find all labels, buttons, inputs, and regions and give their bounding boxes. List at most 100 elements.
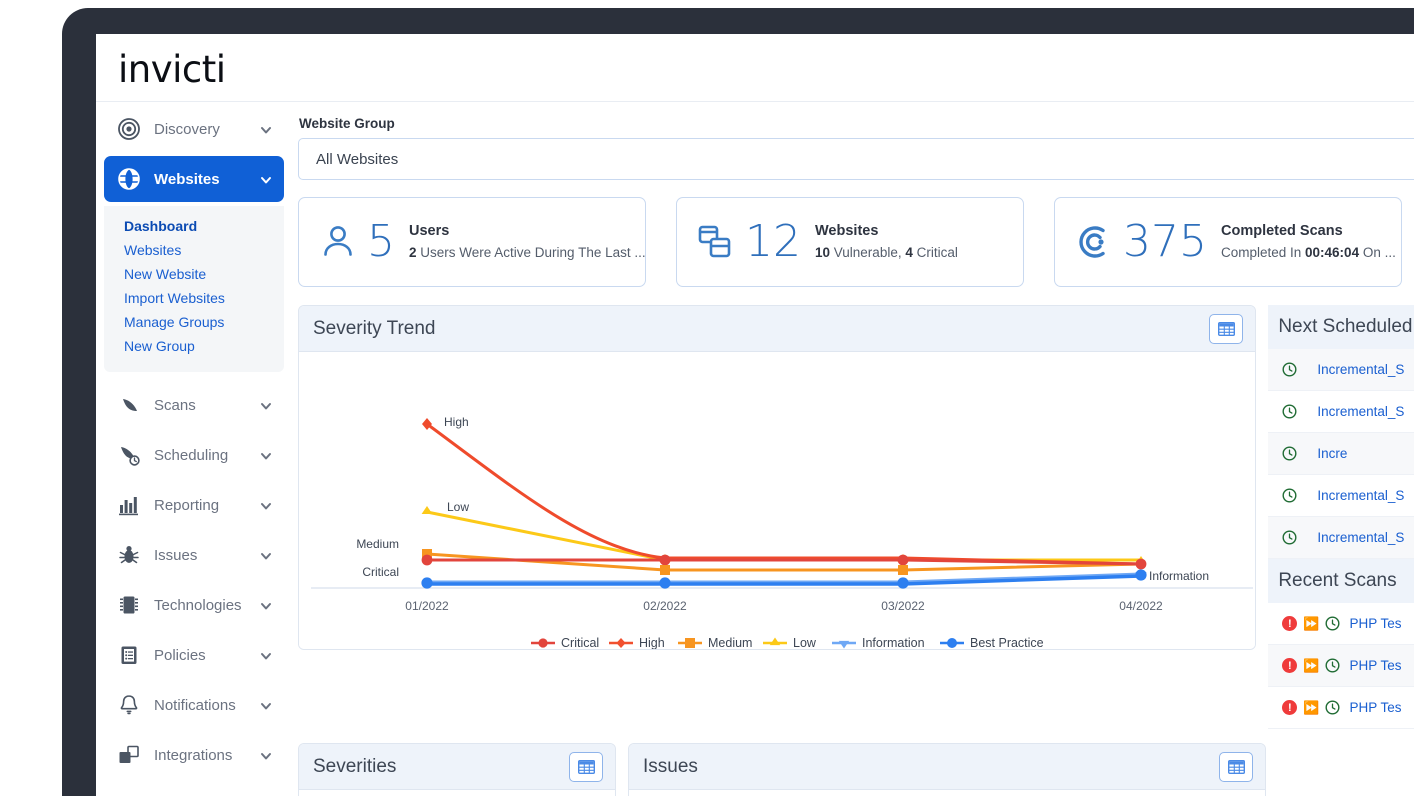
sidebar-item-scans[interactable]: Scans: [104, 382, 284, 428]
legend-item-best-practice: Best Practice: [940, 636, 1044, 649]
clock-icon: [1282, 404, 1297, 419]
sidebar-item-issues[interactable]: Issues: [104, 532, 284, 578]
subnav-item-new-group[interactable]: New Group: [104, 334, 284, 358]
website-group-select[interactable]: All Websites: [298, 138, 1414, 180]
dashboard-bottom-row: Severities Information 2 Critical 7: [298, 743, 1414, 796]
scheduled-scan-row[interactable]: Incre: [1268, 433, 1414, 475]
issues-chart: [629, 790, 1265, 796]
severities-pie-svg: Information 2 Critical 7: [299, 790, 615, 796]
svg-text:Low: Low: [793, 636, 817, 650]
sidebar: Discovery Websites Dashboard Websites Ne…: [96, 102, 292, 796]
x-tick-3: 04/2022: [1119, 599, 1163, 613]
severities-table-toggle[interactable]: [569, 751, 603, 782]
right-rail: Next Scheduled Incremental_S Incremental…: [1268, 305, 1414, 729]
clock-icon: [1324, 700, 1340, 715]
stat-value: 5: [367, 216, 395, 267]
scheduled-scan-label[interactable]: Incre: [1317, 446, 1347, 461]
sidebar-subnav-websites: Dashboard Websites New Website Import We…: [104, 206, 284, 372]
stat-value: 12: [745, 216, 801, 267]
recent-scan-label[interactable]: PHP Tes: [1350, 700, 1402, 715]
recent-scan-row[interactable]: ! ⏩ PHP Tes: [1268, 687, 1414, 729]
panel-header: Severity Trend: [299, 306, 1256, 352]
severity-trend-table-toggle[interactable]: [1209, 313, 1244, 344]
x-tick-2: 03/2022: [881, 599, 925, 613]
clock-icon: [1282, 362, 1297, 377]
scheduled-scan-label[interactable]: Incremental_S: [1317, 530, 1404, 545]
sidebar-item-label: Discovery: [154, 120, 220, 138]
sidebar-item-technologies[interactable]: Technologies: [104, 582, 284, 628]
chevron-down-icon: [260, 649, 272, 661]
panel-header: Severities: [299, 744, 615, 790]
scheduled-scan-row[interactable]: Incremental_S: [1268, 391, 1414, 433]
sidebar-item-scheduling[interactable]: Scheduling: [104, 432, 284, 478]
series-label-information: Information: [1149, 569, 1209, 583]
target-icon: [116, 116, 142, 142]
sidebar-item-policies[interactable]: Policies: [104, 632, 284, 678]
recent-scan-label[interactable]: PHP Tes: [1350, 616, 1402, 631]
fast-forward-icon: ⏩: [1303, 699, 1320, 715]
shark-fin-icon: [116, 392, 142, 418]
issues-table-toggle[interactable]: [1219, 751, 1253, 782]
legend-item-critical: Critical: [531, 636, 599, 649]
shark-fin-clock-icon: [116, 442, 142, 468]
chevron-down-icon: [260, 449, 272, 461]
stat-card-users[interactable]: 5 Users 2 Users Were Active During The L…: [298, 197, 646, 287]
scheduled-scan-row[interactable]: Incremental_S: [1268, 349, 1414, 391]
x-tick-1: 02/2022: [643, 599, 687, 613]
sidebar-item-label: Websites: [154, 170, 220, 188]
clock-icon: [1282, 488, 1297, 503]
chevron-down-icon: [260, 399, 272, 411]
sidebar-item-reporting[interactable]: Reporting: [104, 482, 284, 528]
sidebar-item-label: Integrations: [154, 746, 233, 764]
critical-alert-icon: !: [1282, 700, 1298, 715]
subnav-item-new-website[interactable]: New Website: [104, 262, 284, 286]
scheduled-scan-label[interactable]: Incremental_S: [1317, 488, 1404, 503]
series-label-medium: Medium: [356, 537, 399, 551]
app-window: invicti Discovery Websites Dashboard Web…: [96, 34, 1414, 796]
sidebar-item-integrations[interactable]: Integrations: [104, 732, 284, 778]
sidebar-item-discovery[interactable]: Discovery: [104, 106, 284, 152]
stat-title: Users: [409, 223, 450, 239]
subnav-item-manage-groups[interactable]: Manage Groups: [104, 310, 284, 334]
stat-card-completed-scans[interactable]: 375 Completed Scans Completed In 00:46:0…: [1054, 197, 1402, 287]
subnav-item-websites[interactable]: Websites: [104, 238, 284, 262]
scheduled-scan-label[interactable]: Incremental_S: [1317, 362, 1404, 377]
fast-forward-icon: ⏩: [1303, 657, 1320, 673]
x-tick-0: 01/2022: [405, 599, 449, 613]
website-group-value: All Websites: [316, 150, 399, 168]
chevron-down-icon: [260, 699, 272, 711]
scheduled-scan-row[interactable]: Incremental_S: [1268, 517, 1414, 559]
bell-icon: [116, 692, 142, 718]
stat-card-websites[interactable]: 12 Websites 10 Vulnerable, 4 Critical: [676, 197, 1024, 287]
recent-scans-title: Recent Scans: [1268, 559, 1414, 603]
table-grid-icon: [1217, 321, 1235, 336]
recent-scan-row[interactable]: ! ⏩ PHP Tes: [1268, 645, 1414, 687]
clipboard-icon: [116, 642, 142, 668]
chart-legend: Critical High Medium Low Information Bes…: [531, 636, 1044, 650]
scheduled-scan-label[interactable]: Incremental_S: [1317, 404, 1404, 419]
sidebar-item-websites[interactable]: Websites: [104, 156, 284, 202]
sidebar-item-label: Scans: [154, 396, 196, 414]
svg-text:Medium: Medium: [708, 636, 752, 650]
issues-panel: Issues: [628, 743, 1266, 796]
brand-bar: invicti: [96, 34, 1414, 102]
table-grid-icon: [1227, 759, 1245, 774]
stat-subtitle: 10 Vulnerable, 4 Critical: [815, 245, 958, 260]
recent-scan-row[interactable]: ! ⏩ PHP Tes: [1268, 603, 1414, 645]
sidebar-item-notifications[interactable]: Notifications: [104, 682, 284, 728]
stat-subtitle: 2 Users Were Active During The Last ...: [409, 245, 646, 260]
subnav-item-import-websites[interactable]: Import Websites: [104, 286, 284, 310]
subnav-item-dashboard[interactable]: Dashboard: [104, 214, 284, 238]
panel-header: Issues: [629, 744, 1265, 790]
website-group-label: Website Group: [299, 116, 395, 131]
legend-item-high: High: [609, 636, 665, 649]
next-scheduled-title: Next Scheduled: [1268, 305, 1414, 349]
invicti-logo: invicti: [118, 48, 226, 91]
chevron-down-icon: [260, 599, 272, 611]
recent-scan-label[interactable]: PHP Tes: [1350, 658, 1402, 673]
critical-alert-icon: !: [1282, 658, 1298, 673]
severity-trend-panel: Severity Trend High Low Medium Critical …: [298, 305, 1257, 650]
scheduled-scan-row[interactable]: Incremental_S: [1268, 475, 1414, 517]
series-label-low: Low: [447, 500, 469, 514]
sidebar-item-label: Scheduling: [154, 446, 229, 464]
